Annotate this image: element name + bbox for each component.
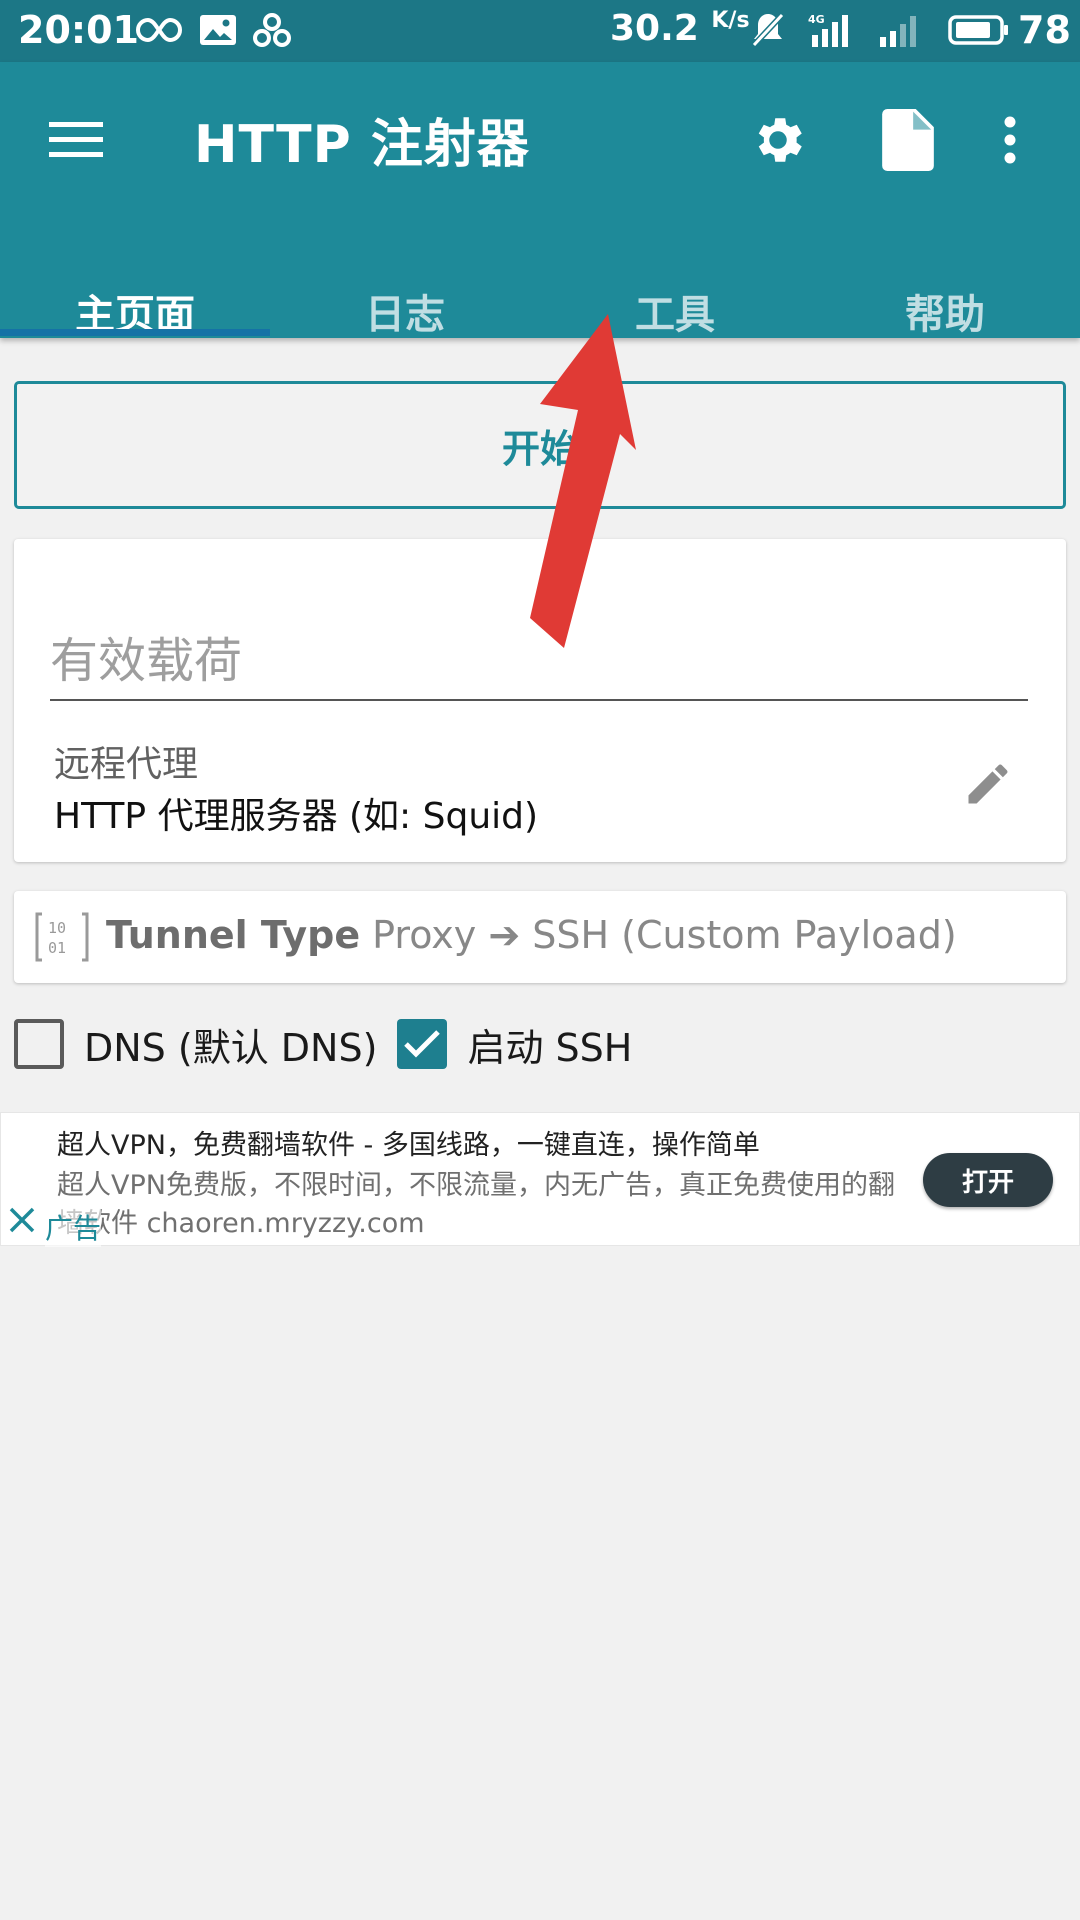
start-button-label: 开始	[501, 426, 578, 471]
payload-card: 远程代理 HTTP 代理服务器 (如: Squid)	[14, 539, 1066, 862]
options-row: DNS (默认 DNS) 启动 SSH	[14, 1014, 652, 1074]
ad-description: 超人VPN免费版，不限时间，不限流量，内无广告，真正免费使用的翻	[57, 1170, 895, 1201]
tunnel-type-card[interactable]: 10 01 Tunnel Type Proxy ➔ SSH (Custom Pa…	[14, 891, 1066, 983]
remote-proxy-label: 远程代理	[54, 744, 199, 785]
remote-proxy-value[interactable]: HTTP 代理服务器 (如: Squid)	[54, 787, 538, 839]
mute-bell-icon	[748, 9, 788, 51]
app-bar: HTTP 注射器 主页面 日志 工具 帮助	[0, 62, 1080, 338]
start-button[interactable]: 开始	[14, 381, 1066, 509]
pinwheel-icon	[252, 9, 292, 51]
close-icon[interactable]	[7, 1205, 37, 1235]
net-speed: 30.2 K/s	[610, 8, 750, 49]
edit-proxy-button[interactable]	[958, 754, 1018, 814]
tab-home[interactable]: 主页面	[0, 227, 270, 338]
image-icon	[198, 9, 238, 51]
tab-bar: 主页面 日志 工具 帮助	[0, 227, 1080, 338]
file-icon	[882, 109, 934, 171]
tunnel-type-text: Tunnel Type Proxy ➔ SSH (Custom Payload)	[106, 913, 957, 957]
battery-level: 78	[1018, 8, 1071, 52]
svg-text:4G: 4G	[808, 13, 825, 26]
settings-icon	[758, 118, 802, 162]
status-bar: 20:01 30.2 K/s 4G 78	[0, 0, 1080, 62]
dns-label: DNS (默认 DNS)	[84, 1025, 378, 1070]
more-options-button[interactable]	[982, 102, 1038, 178]
ad-tag: 广告	[45, 1207, 102, 1247]
dns-checkbox[interactable]	[14, 1019, 64, 1069]
check-icon	[404, 1030, 441, 1058]
binary-icon: 10 01	[35, 912, 89, 962]
tab-tools[interactable]: 工具	[540, 227, 810, 338]
signal-4g-icon: 4G	[808, 9, 856, 51]
signal-icon	[878, 9, 926, 51]
ad-banner[interactable]: 超人VPN，免费翻墙软件 - 多国线路，一键直连，操作简单 超人VPN免费版，不…	[0, 1112, 1080, 1247]
tab-help[interactable]: 帮助	[810, 227, 1080, 338]
ad-description-url: 墙软件 chaoren.mryzzy.com	[57, 1208, 425, 1239]
more-vert-icon	[1004, 116, 1016, 164]
payload-input[interactable]	[50, 623, 1028, 701]
settings-button[interactable]	[740, 102, 816, 178]
tab-log[interactable]: 日志	[270, 227, 540, 338]
infinity-icon	[134, 9, 184, 51]
battery-icon	[948, 9, 1010, 51]
menu-icon	[49, 122, 103, 157]
app-title: HTTP 注射器	[194, 115, 530, 175]
svg-text:01: 01	[48, 939, 66, 957]
menu-button[interactable]	[40, 110, 112, 170]
svg-text:10: 10	[48, 919, 66, 937]
ssh-checkbox[interactable]	[397, 1019, 448, 1069]
ad-open-button[interactable]: 打开	[923, 1153, 1053, 1207]
ssh-label: 启动 SSH	[467, 1025, 633, 1070]
ad-title: 超人VPN，免费翻墙软件 - 多国线路，一键直连，操作简单	[57, 1130, 760, 1161]
pencil-icon	[968, 764, 1008, 804]
tab-indicator	[0, 329, 270, 336]
status-time: 20:01	[18, 8, 139, 52]
file-button[interactable]	[870, 102, 946, 178]
